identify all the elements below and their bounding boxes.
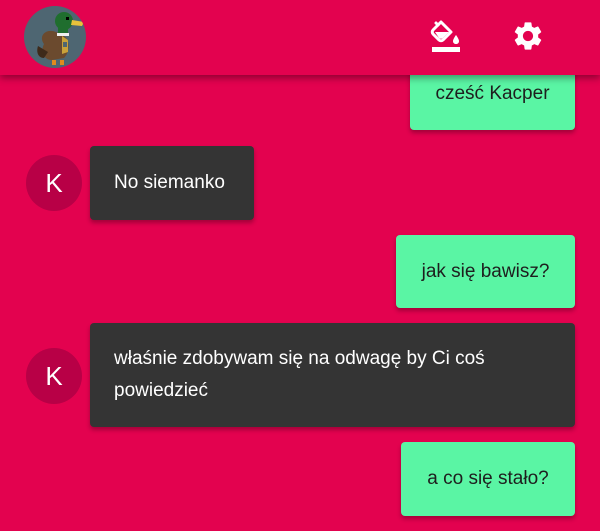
gear-icon bbox=[514, 22, 542, 50]
message-received: No siemanko bbox=[90, 146, 254, 220]
duck-avatar[interactable] bbox=[24, 6, 86, 68]
contact-avatar[interactable]: K bbox=[26, 348, 82, 404]
paint-bucket-icon bbox=[430, 20, 460, 52]
duck-icon bbox=[37, 12, 84, 65]
message-sent: a co się stało? bbox=[401, 442, 575, 516]
message-text: właśnie zdobywam się na odwagę by Ci coś… bbox=[114, 348, 485, 401]
message-text: cześć Kacper bbox=[435, 83, 550, 104]
avatar-letter: K bbox=[45, 360, 63, 391]
paint-bucket-button[interactable] bbox=[422, 12, 470, 60]
message-received: właśnie zdobywam się na odwagę by Ci coś… bbox=[90, 323, 575, 427]
message-sent: jak się bawisz? bbox=[396, 235, 575, 308]
message-text: a co się stało? bbox=[427, 468, 549, 489]
settings-button[interactable] bbox=[504, 12, 552, 60]
avatar-letter: K bbox=[45, 167, 63, 198]
message-text: No siemanko bbox=[114, 172, 225, 193]
chat-area: cześć Kacper K No siemanko jak się bawis… bbox=[0, 0, 600, 531]
contact-avatar[interactable]: K bbox=[26, 155, 82, 211]
message-text: jak się bawisz? bbox=[421, 260, 550, 282]
app-bar bbox=[0, 0, 600, 75]
